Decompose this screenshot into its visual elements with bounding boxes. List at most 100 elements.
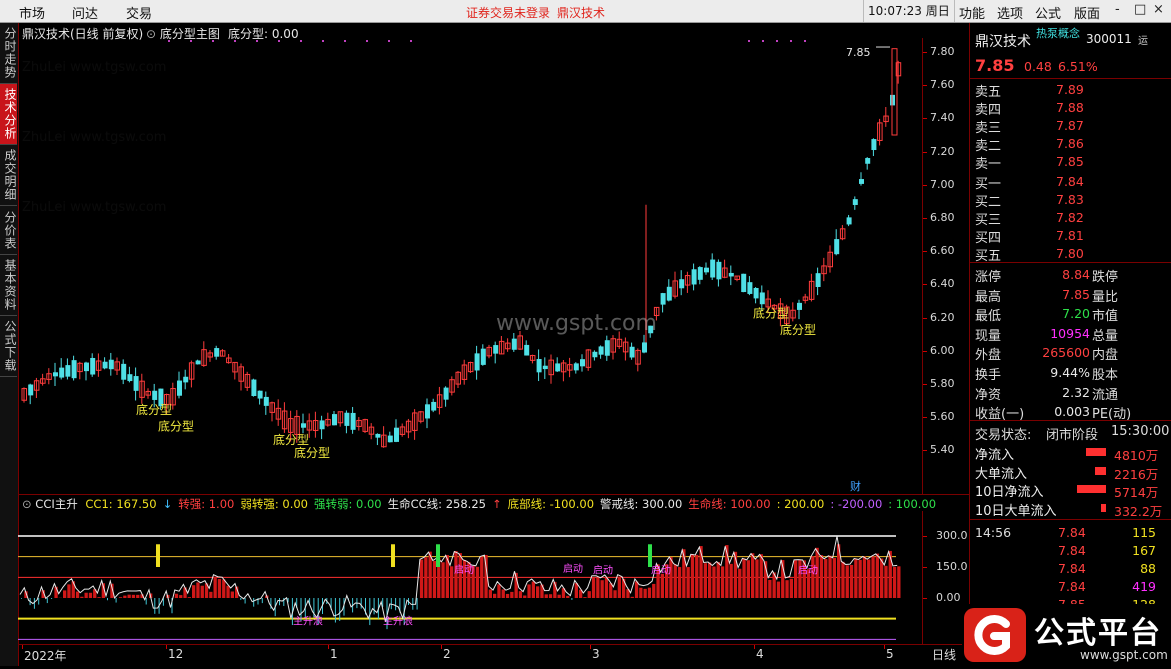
date-tick-label: 5 [886, 647, 894, 661]
price-tick-mark [923, 85, 927, 86]
price-tick-mark [923, 251, 927, 252]
cci-bar [179, 595, 182, 598]
signal-bar [436, 544, 440, 567]
cci-bar [648, 588, 651, 598]
candle-body [859, 179, 864, 184]
run-icon[interactable]: 运 [1138, 32, 1148, 47]
clock: 10:07:23 周日 [863, 0, 955, 22]
cci-chart[interactable]: 主升浪主升浪启动启动启动启动启动 [18, 511, 922, 644]
flow-label: 10日净流入 [975, 481, 1044, 500]
candle-body [797, 303, 802, 310]
buy-level-price: 7.84 [1056, 174, 1084, 189]
tab-intraday[interactable]: 分时走势 [0, 23, 17, 84]
cci-bar [596, 578, 599, 598]
stat-label: 净资 [975, 384, 1001, 403]
cci-legend-item: : 200.00 [777, 497, 825, 511]
cci-bar [704, 563, 707, 598]
cci-bar [859, 560, 862, 598]
tick-volume: 167 [1120, 543, 1156, 558]
cci-tick-label: 300.0 [936, 529, 968, 542]
cci-bar [214, 577, 217, 598]
cci-bar [824, 559, 827, 598]
concept-tag[interactable]: 热泵概念 [1036, 25, 1080, 41]
bottom-pattern-label: 底分型 [136, 402, 172, 417]
cci-bar [833, 558, 836, 598]
candle-body [847, 217, 852, 224]
kline-chart[interactable]: 7.85◇底分型底分型底分型底分型底分型底分型www.gspt.com财 [18, 38, 922, 494]
candle-body [698, 267, 703, 280]
period-label[interactable]: 日线 [932, 646, 956, 663]
cci-bar [201, 586, 204, 598]
sell-level-price: 7.85 [1056, 154, 1084, 169]
tick-volume: 419 [1120, 579, 1156, 594]
menu-market[interactable]: 市场 [19, 3, 45, 22]
close-button[interactable]: × [1153, 2, 1164, 17]
tab-price-table[interactable]: 分价表 [0, 206, 17, 255]
tab-formula-download[interactable]: 公式下载 [0, 316, 17, 377]
cci-bar [618, 577, 621, 598]
cci-bar [192, 585, 195, 598]
tab-technical-analysis[interactable]: 技术分析 [0, 84, 17, 145]
candle-body [431, 402, 436, 411]
menu-function[interactable]: 功能 [959, 3, 985, 22]
sell-level-price: 7.88 [1056, 100, 1084, 115]
cci-bar [420, 560, 423, 598]
cci-bar [566, 596, 569, 598]
logo-url: www.gspt.com [1080, 648, 1168, 662]
cci-indicator-name[interactable]: CCI主升 [35, 497, 77, 511]
price-tick-label: 7.80 [930, 45, 955, 58]
date-tick-label: 1 [330, 647, 338, 661]
menu-layout[interactable]: 版面 [1074, 3, 1100, 22]
cci-bar [123, 596, 126, 598]
cci-bar [850, 565, 853, 598]
candle-body [816, 273, 821, 287]
menu-trade[interactable]: 交易 [126, 3, 152, 22]
date-axis: 2022年1212345 [18, 645, 922, 666]
stat-label: 市值 [1092, 305, 1118, 324]
sell-level-label: 卖五 [975, 81, 1001, 100]
buy-level-label: 买一 [975, 173, 1001, 192]
cci-legend-item: 生命线: 100.00 [688, 497, 770, 511]
flow-bar [1077, 485, 1106, 493]
menu-formula[interactable]: 公式 [1035, 3, 1061, 22]
menu-options[interactable]: 选项 [997, 3, 1023, 22]
tab-basic-info[interactable]: 基本资料 [0, 255, 17, 316]
candle-body [760, 292, 765, 304]
candle-body [679, 279, 684, 288]
candle-body [481, 349, 486, 365]
candle-body [642, 342, 647, 352]
candle-body [332, 414, 337, 425]
maximize-button[interactable]: □ [1134, 2, 1146, 17]
tick-price: 7.84 [1058, 561, 1086, 576]
trade-login-warning[interactable]: 证券交易未登录 [466, 4, 550, 21]
top-menu-bar: 市场 问达 交易 证券交易未登录 鼎汉技术 10:07:23 周日 功能 选项 … [0, 0, 1171, 23]
cci-legend-item: CC1: 167.50 [85, 497, 156, 511]
candle-body [444, 388, 449, 400]
flow-label: 10日大单流入 [975, 500, 1057, 519]
cci-legend-item: 生命CC线: 258.25 [388, 497, 486, 511]
tab-trade-detail[interactable]: 成交明细 [0, 145, 17, 206]
menu-wenda[interactable]: 问达 [72, 3, 98, 22]
stat-value: 7.85 [1040, 287, 1090, 302]
cci-bar [717, 562, 720, 598]
candle-body [59, 368, 64, 378]
cci-bar [884, 566, 887, 598]
price-axis: 7.807.607.407.207.006.806.606.406.206.00… [922, 38, 970, 494]
candle-body [425, 404, 430, 418]
side-tab-bar: 分时走势 技术分析 成交明细 分价表 基本资料 公式下载 [0, 23, 19, 666]
minimize-button[interactable]: - [1115, 2, 1120, 17]
cci-bar [768, 580, 771, 598]
signal-dot [322, 40, 324, 42]
cci-bar [424, 557, 427, 598]
tick-volume: 88 [1120, 561, 1156, 576]
cci-legend-item: 转强: 1.00 [178, 497, 234, 511]
cci-tick-mark [923, 567, 927, 568]
gspt-logo: 公式平台 www.gspt.com [962, 604, 1171, 666]
candle-body [28, 385, 33, 396]
bottom-pattern-label: 底分型 [273, 432, 309, 447]
stat-value: 9.44% [1040, 365, 1090, 380]
cci-bar [76, 592, 79, 598]
cci-bar [489, 590, 492, 598]
cci-bar [687, 567, 690, 598]
quote-panel: 鼎汉技术 热泵概念 300011 运 7.85 0.48 6.51% 卖五7.8… [969, 23, 1171, 666]
